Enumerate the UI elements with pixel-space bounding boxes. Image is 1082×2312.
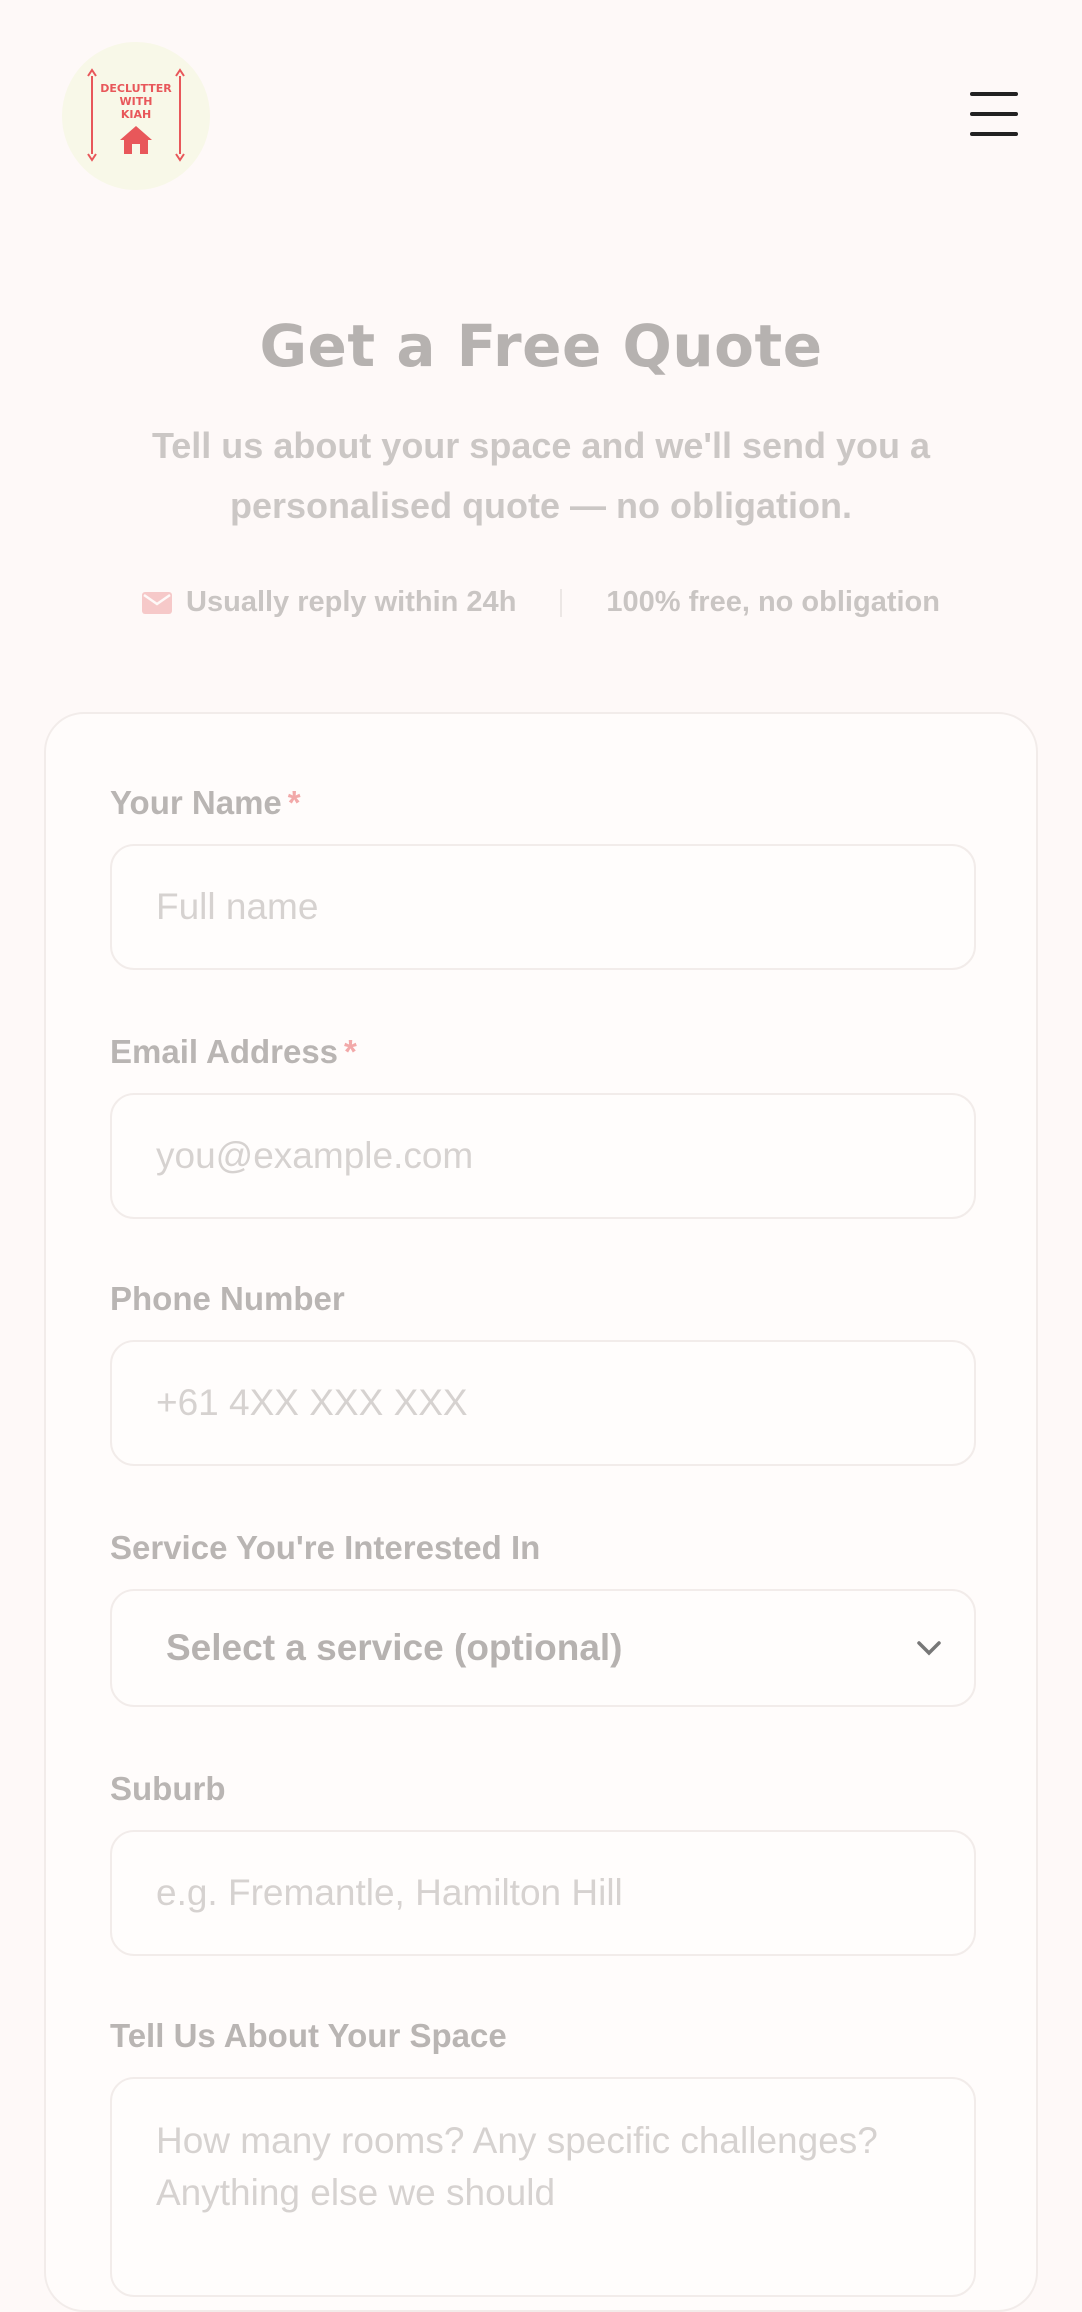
free-text: 100% free, no obligation (606, 586, 940, 618)
logo-line-3: KIAH (121, 108, 151, 121)
phone-placeholder: +61 4XX XXX XXX (156, 1382, 468, 1423)
suburb-placeholder: e.g. Fremantle, Hamilton Hill (156, 1872, 623, 1913)
service-field-group: Service You're Interested In Select a se… (110, 1529, 976, 1707)
logo-line-1: DECLUTTER (100, 82, 172, 95)
name-input[interactable]: Full name (110, 844, 976, 970)
service-label: Service You're Interested In (110, 1529, 541, 1566)
service-selected-value: Select a service (optional) (166, 1627, 623, 1668)
logo-house-icon: DECLUTTER WITH KIAH (87, 68, 185, 162)
page-subtitle: Tell us about your space and we'll send … (151, 425, 931, 526)
email-placeholder: you@example.com (156, 1135, 474, 1176)
phone-field-group: Phone Number +61 4XX XXX XXX (110, 1280, 976, 1466)
name-field-group: Your Name * Full name (110, 784, 976, 970)
email-field-group: Email Address * you@example.com (110, 1033, 976, 1219)
logo-line-2: WITH (120, 95, 153, 108)
free-badge: 100% free, no obligation (606, 586, 940, 619)
suburb-label: Suburb (110, 1770, 226, 1807)
badge-divider (560, 588, 563, 617)
trust-badges: Usually reply within 24h 100% free, no o… (0, 586, 1082, 619)
logo[interactable]: DECLUTTER WITH KIAH (62, 42, 210, 190)
reply-text: Usually reply within 24h (186, 586, 517, 618)
space-textarea[interactable]: How many rooms? Any specific challenges?… (110, 2077, 976, 2297)
page-title: Get a Free Quote (259, 312, 823, 380)
mail-icon (142, 591, 173, 614)
phone-input[interactable]: +61 4XX XXX XXX (110, 1340, 976, 1466)
email-input[interactable]: you@example.com (110, 1093, 976, 1219)
space-field-group: Tell Us About Your Space How many rooms?… (110, 2017, 976, 2297)
suburb-field-group: Suburb e.g. Fremantle, Hamilton Hill (110, 1770, 976, 1956)
chevron-down-icon (917, 1641, 941, 1656)
suburb-input[interactable]: e.g. Fremantle, Hamilton Hill (110, 1830, 976, 1956)
email-label: Email Address * (110, 1033, 357, 1070)
hero-section: Get a Free Quote Tell us about your spac… (0, 300, 1082, 536)
name-label: Your Name * (110, 784, 301, 821)
space-placeholder: How many rooms? Any specific challenges?… (156, 2120, 878, 2213)
space-label: Tell Us About Your Space (110, 2017, 507, 2054)
menu-button[interactable] (970, 92, 1020, 136)
hamburger-icon (970, 92, 1018, 96)
reply-badge: Usually reply within 24h (142, 586, 516, 619)
phone-label: Phone Number (110, 1280, 345, 1317)
site-header: DECLUTTER WITH KIAH (0, 0, 1082, 230)
service-select[interactable]: Select a service (optional) (110, 1589, 976, 1707)
required-marker: * (287, 784, 301, 821)
name-placeholder: Full name (156, 886, 319, 927)
required-marker: * (344, 1033, 357, 1070)
quote-form: Your Name * Full name Email Address * you@… (44, 712, 1038, 2312)
